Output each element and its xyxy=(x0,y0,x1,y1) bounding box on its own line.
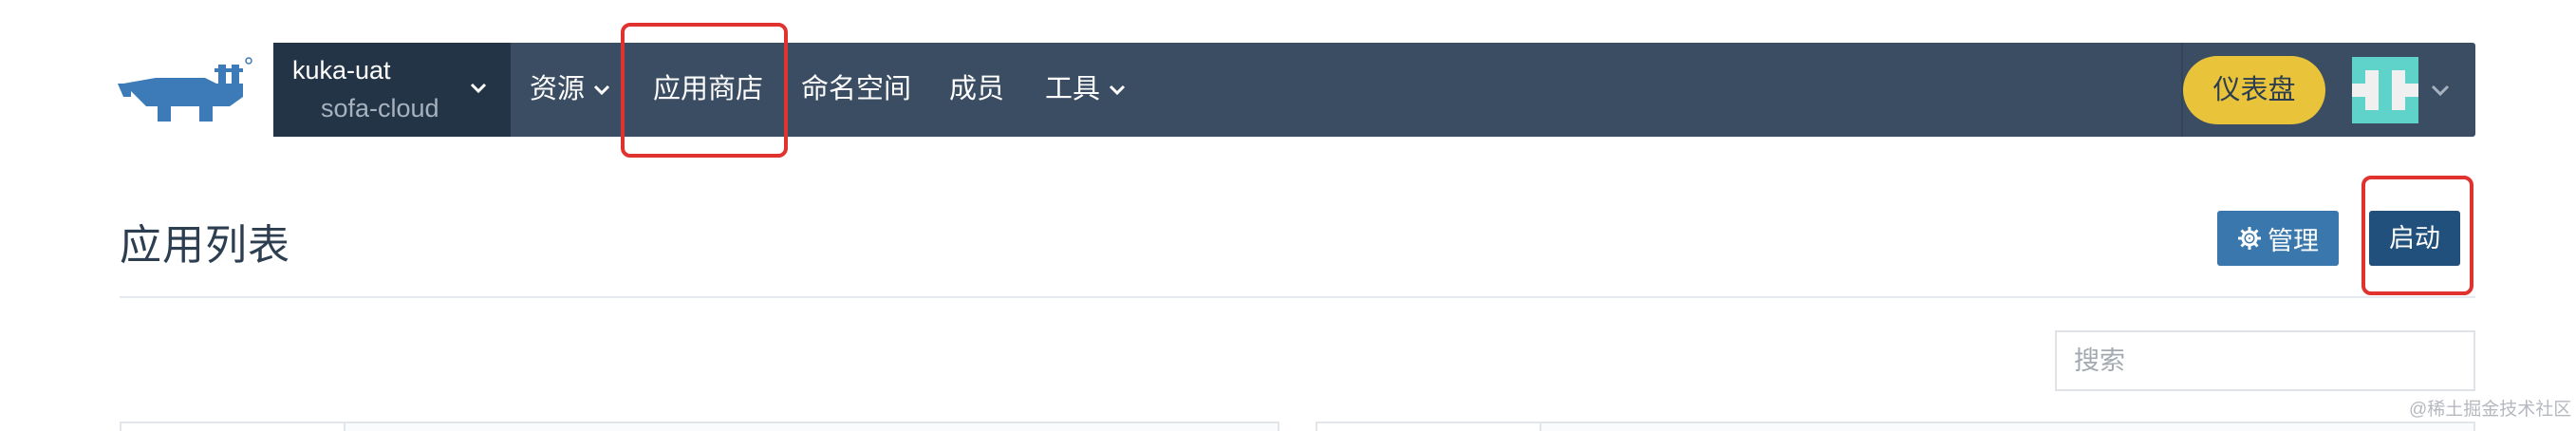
chevron-down-icon[interactable] xyxy=(2430,83,2451,98)
nav-item-label: 命名空间 xyxy=(801,74,912,104)
app-page: kuka-uat sofa-cloud 资源 应用商店 命名空间 成员 工具 仪… xyxy=(0,0,2576,431)
chevron-down-icon xyxy=(592,84,611,97)
app-panel-left xyxy=(120,422,1279,431)
project-name: sofa-cloud xyxy=(321,94,439,122)
highlight-app-store xyxy=(621,23,788,158)
nav-item-tools[interactable]: 工具 xyxy=(1045,43,1127,137)
launch-button[interactable]: 启动 xyxy=(2369,211,2460,266)
page-title: 应用列表 xyxy=(120,222,290,269)
manage-button-label: 管理 xyxy=(2268,226,2319,255)
nav-item-namespaces[interactable]: 命名空间 xyxy=(801,43,911,137)
nav-item-label: 工具 xyxy=(1045,74,1101,104)
section-divider xyxy=(120,296,2475,298)
top-navbar: kuka-uat sofa-cloud 资源 应用商店 命名空间 成员 工具 仪… xyxy=(273,43,2475,137)
environment-switcher[interactable]: kuka-uat sofa-cloud xyxy=(273,43,511,137)
search-input[interactable] xyxy=(2055,330,2475,391)
nav-item-members[interactable]: 成员 xyxy=(949,43,1004,137)
manage-button[interactable]: 管理 xyxy=(2217,211,2339,266)
app-panel-right xyxy=(1316,422,2475,431)
dashboard-button[interactable]: 仪表盘 xyxy=(2183,56,2325,124)
chevron-down-icon xyxy=(470,83,487,94)
cluster-name: kuka-uat xyxy=(292,56,391,84)
chevron-down-icon xyxy=(1108,84,1127,97)
panel-tab[interactable] xyxy=(121,423,345,431)
gear-icon xyxy=(2238,227,2261,250)
panel-tab[interactable] xyxy=(1317,423,1541,431)
watermark: @稀土掘金技术社区 xyxy=(2409,400,2572,420)
rancher-logo-icon[interactable] xyxy=(118,55,252,123)
nav-item-label: 成员 xyxy=(949,74,1005,104)
nav-item-resources[interactable]: 资源 xyxy=(530,43,611,137)
user-avatar[interactable] xyxy=(2352,57,2418,123)
nav-item-label: 资源 xyxy=(530,74,586,104)
